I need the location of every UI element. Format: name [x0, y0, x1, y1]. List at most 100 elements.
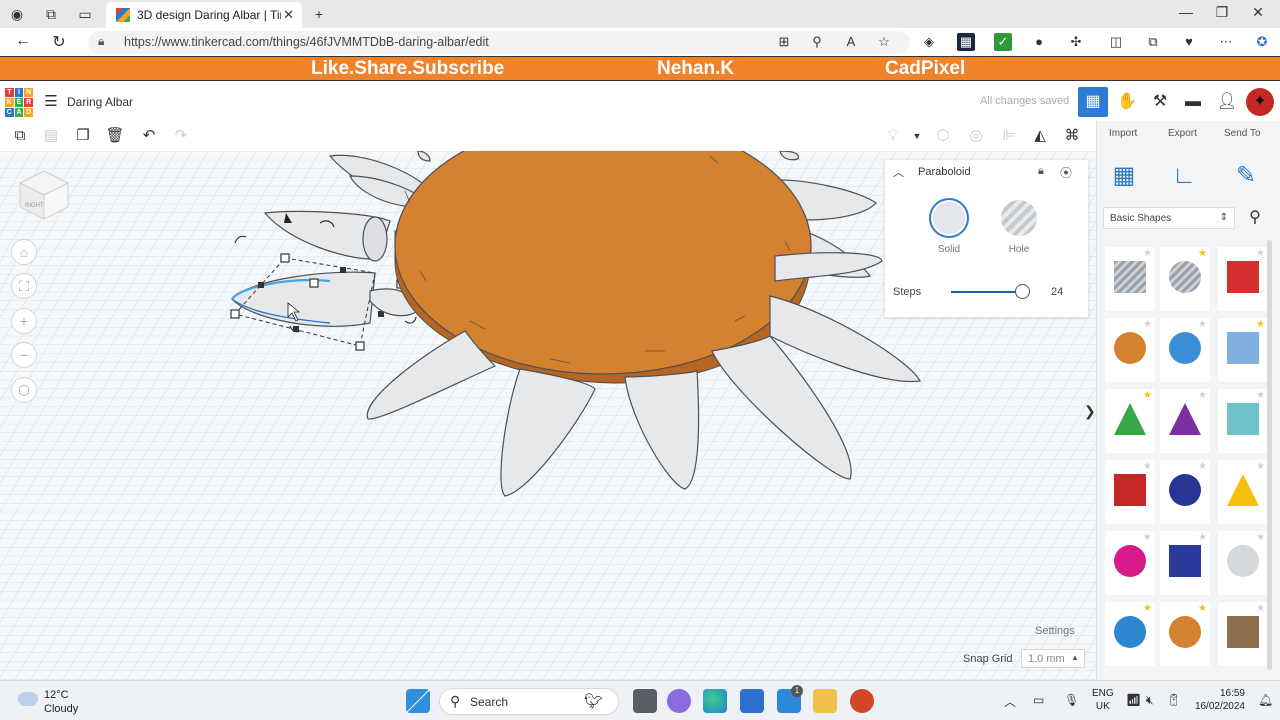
collapse-chevron-icon[interactable]: ︿: [893, 164, 904, 180]
duplicate-icon[interactable]: ❐: [72, 125, 94, 147]
more-menu-icon[interactable]: ⋯: [1217, 33, 1235, 51]
volume-muted-icon[interactable]: 🔇︎: [1146, 693, 1154, 708]
extensions-puzzle-icon[interactable]: ✣: [1067, 33, 1085, 51]
tinkercad-logo[interactable]: T I N K E R C A D: [5, 88, 33, 117]
library-scrollbar[interactable]: [1267, 240, 1272, 670]
steps-slider-track[interactable]: [951, 291, 1021, 293]
notes-dropdown-icon[interactable]: ▼: [906, 125, 928, 147]
user-avatar[interactable]: ✦: [1246, 88, 1274, 116]
hole-swatch[interactable]: [1001, 200, 1037, 236]
paste-icon[interactable]: ▤: [40, 125, 62, 147]
add-user-icon[interactable]: 👤︎: [1212, 87, 1242, 117]
back-icon[interactable]: ←: [12, 32, 34, 50]
redo-icon[interactable]: ↷: [170, 125, 192, 147]
favorite-star-icon[interactable]: ★: [1143, 603, 1152, 614]
wifi-icon[interactable]: 📶︎: [1126, 693, 1141, 707]
shape-tile-round-roof[interactable]: ★: [1218, 389, 1268, 453]
taskbar-search[interactable]: ⚲ Search 🐦︎: [439, 688, 619, 715]
minimize-button[interactable]: —: [1176, 4, 1196, 20]
ungroup-icon[interactable]: ◎: [965, 125, 987, 147]
favorite-star-icon[interactable]: ★: [1143, 319, 1152, 330]
design-list-icon[interactable]: ☰: [36, 87, 66, 117]
zoom-in-icon[interactable]: +: [11, 308, 37, 334]
start-windows-icon[interactable]: [406, 689, 430, 713]
shape-tile-sphere[interactable]: ★: [1160, 318, 1210, 382]
close-window-button[interactable]: ✕: [1248, 4, 1268, 21]
steps-value[interactable]: 24: [1051, 286, 1063, 298]
powerpoint-icon[interactable]: [850, 689, 874, 713]
favorite-star-icon[interactable]: ☆: [875, 33, 893, 51]
bricks-icon[interactable]: ▬: [1178, 87, 1208, 117]
shape-tile-paperclip[interactable]: ★: [1218, 602, 1268, 666]
collections-icon[interactable]: ⧉: [1144, 33, 1162, 51]
browser-essentials-icon[interactable]: ♥: [1180, 33, 1198, 51]
favorite-star-icon[interactable]: ★: [1198, 461, 1207, 472]
favorite-star-icon[interactable]: ★: [1143, 461, 1152, 472]
shape-category-select[interactable]: Basic Shapes ⇕: [1103, 207, 1235, 229]
sim-lab-icon[interactable]: ⚒: [1145, 87, 1175, 117]
project-title[interactable]: Daring Albar: [67, 95, 133, 109]
settings-button[interactable]: Settings: [1035, 625, 1075, 637]
weather-widget[interactable]: 12°C Cloudy: [18, 686, 128, 716]
favorite-star-icon[interactable]: ★: [1198, 532, 1207, 543]
favorite-star-icon[interactable]: ★: [1256, 248, 1265, 259]
lock-icon[interactable]: 🔒︎: [1038, 165, 1044, 178]
mail-icon[interactable]: 1: [777, 685, 803, 713]
read-aloud-icon[interactable]: A: [842, 33, 860, 51]
perspective-icon[interactable]: ⬡: [11, 377, 37, 403]
favorite-star-icon[interactable]: ★: [1198, 603, 1207, 614]
notes-lightbulb-icon[interactable]: 💡︎: [882, 125, 904, 147]
shape-tile-paraboloid[interactable]: ★: [1218, 531, 1268, 595]
workspaces-icon[interactable]: ⧉: [42, 5, 60, 23]
ruler-tool-icon[interactable]: ∟: [1169, 161, 1199, 191]
align-icon[interactable]: ⊫: [998, 125, 1020, 147]
workplane-tool-icon[interactable]: ▦: [1109, 161, 1139, 191]
expand-panel-chevron-icon[interactable]: ❯: [1084, 403, 1096, 420]
split-screen-icon[interactable]: ◫: [1107, 33, 1125, 51]
refresh-icon[interactable]: ↻: [48, 32, 70, 52]
export-button[interactable]: Export: [1168, 128, 1197, 139]
view-cube[interactable]: RIGHT: [18, 169, 70, 221]
favorite-star-icon[interactable]: ★: [1198, 248, 1207, 259]
task-view-icon[interactable]: [633, 689, 657, 713]
zoom-icon[interactable]: ⚲: [808, 33, 826, 51]
snap-grid-select[interactable]: 1.0 mm ▲: [1021, 649, 1085, 668]
extension-icon[interactable]: ◈: [920, 33, 938, 51]
battery-icon[interactable]: 🔋︎: [1166, 693, 1181, 707]
close-tab-icon[interactable]: ✕: [283, 7, 294, 23]
steps-slider-handle[interactable]: [1015, 284, 1030, 299]
shape-tile-polygon[interactable]: ★: [1160, 531, 1210, 595]
favorite-star-icon[interactable]: ★: [1256, 461, 1265, 472]
favorite-star-icon[interactable]: ★: [1198, 319, 1207, 330]
fit-view-icon[interactable]: ⛶: [11, 273, 37, 299]
favorite-star-icon[interactable]: ★: [1143, 390, 1152, 401]
new-tab-icon[interactable]: +: [310, 5, 328, 23]
shape-tile-torus[interactable]: ★: [1105, 602, 1155, 666]
extension-qr-icon[interactable]: ▦: [957, 33, 975, 51]
cruise-icon[interactable]: ⌘: [1061, 125, 1083, 147]
copilot-app-icon[interactable]: [667, 689, 691, 713]
profile-avatar-icon[interactable]: ◉: [8, 5, 26, 23]
favorite-star-icon[interactable]: ★: [1256, 603, 1265, 614]
mirror-icon[interactable]: ◭: [1029, 125, 1051, 147]
tablet-icon[interactable]: ▭: [1033, 693, 1044, 707]
shape-tile-pyramid[interactable]: ★: [1218, 460, 1268, 524]
3d-view-icon[interactable]: ▦: [1078, 87, 1108, 117]
shape-tile-box-hole[interactable]: ★: [1105, 247, 1155, 311]
home-view-icon[interactable]: ⌂: [11, 239, 37, 265]
import-button[interactable]: Import: [1109, 128, 1137, 139]
extension-ball-icon[interactable]: ●: [1030, 33, 1048, 51]
undo-icon[interactable]: ↶: [138, 125, 160, 147]
light-bulb-icon[interactable]: ⦿: [1060, 164, 1072, 181]
copy-icon[interactable]: ⧉: [9, 125, 31, 147]
shape-tile-tube[interactable]: ★: [1160, 602, 1210, 666]
shape-tile-box[interactable]: ★: [1218, 247, 1268, 311]
file-explorer-icon[interactable]: [813, 689, 837, 713]
maximize-button[interactable]: ❐: [1212, 4, 1232, 21]
language-indicator[interactable]: ENG UK: [1092, 687, 1114, 713]
edge-browser-icon[interactable]: [703, 689, 727, 713]
shape-tile-cylinder-hole[interactable]: ★: [1160, 247, 1210, 311]
send-to-button[interactable]: Send To: [1224, 128, 1261, 139]
copilot-icon[interactable]: ✪: [1253, 33, 1271, 51]
microphone-icon[interactable]: 🎙︎: [1064, 693, 1079, 707]
